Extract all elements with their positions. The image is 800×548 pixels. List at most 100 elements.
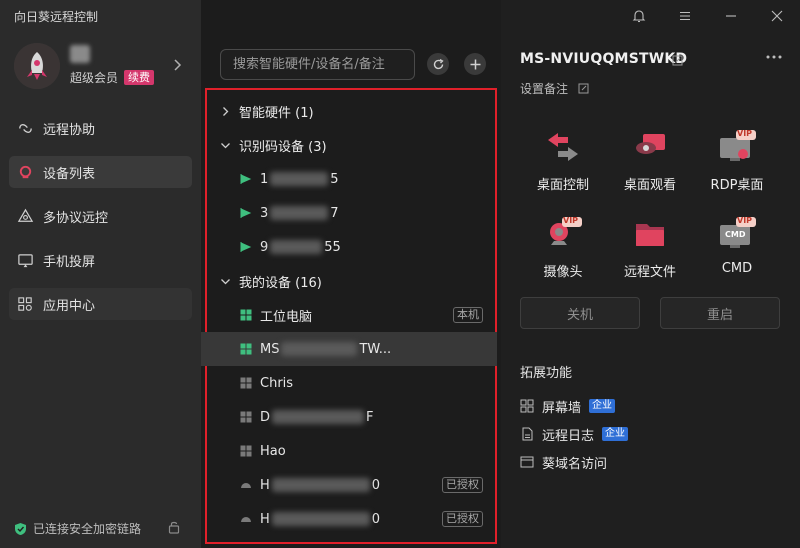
device-name: H0 [260, 477, 381, 493]
user-name-redacted [70, 45, 90, 63]
remote-log-item[interactable]: 远程日志 企业 [520, 425, 629, 444]
sidebar: 向日葵远程控制 超级会员 续费 远程协助 设备列表 多协议远控 手机投屏 应用中… [0, 0, 201, 548]
device-title: MS-NVIUQQMSTWKD [520, 51, 688, 67]
vip-badge: VIP [737, 216, 753, 225]
device-row[interactable]: 15 [201, 162, 497, 196]
chevron-down-icon [221, 142, 230, 148]
windows-online-icon [239, 343, 252, 356]
feature-label: 桌面控制 [536, 178, 589, 193]
authorized-tag: 已授权 [442, 511, 483, 527]
nav-app-center[interactable]: 应用中心 [9, 288, 192, 320]
edit-name-icon[interactable] [672, 55, 683, 66]
device-detail-panel: MS-NVIUQQMSTWKD 设置备注 桌面控制 桌面观看 VIP RDP桌面… [501, 0, 800, 548]
id-code-device-icon [239, 207, 252, 220]
ext-label: 葵域名访问 [542, 456, 608, 472]
close-icon [771, 10, 783, 22]
cmd-button[interactable]: CMD VIP CMD [699, 215, 775, 287]
close-button[interactable] [769, 8, 785, 24]
refresh-icon [433, 58, 444, 69]
chevron-right-icon[interactable] [172, 58, 182, 72]
group-smart-hardware[interactable]: 智能硬件 (1) [221, 100, 314, 122]
renew-badge[interactable]: 续费 [124, 70, 155, 85]
ext-label: 远程日志 [542, 428, 595, 444]
refresh-button[interactable] [427, 53, 449, 75]
device-name: Chris [260, 375, 294, 391]
desktop-view-button[interactable]: 桌面观看 [612, 128, 688, 200]
group-label: 识别码设备 (3) [239, 139, 327, 155]
device-name: 9 55 [260, 239, 341, 255]
feature-label: 桌面观看 [623, 178, 676, 193]
more-options-icon[interactable] [765, 52, 783, 62]
device-name: H0 [260, 511, 381, 527]
cmd-screen-text: CMD [725, 230, 746, 239]
device-row[interactable]: H0 已授权 [201, 468, 497, 502]
windows-online-icon [239, 309, 252, 322]
rocket-avatar-icon [14, 43, 60, 89]
nav-screen-cast[interactable]: 手机投屏 [9, 244, 192, 276]
feature-label: 远程文件 [623, 265, 676, 280]
feature-label: RDP桌面 [710, 178, 764, 193]
chevron-down-icon [221, 278, 230, 284]
desktop-view-icon [629, 128, 671, 168]
device-row[interactable]: 9 55 [201, 230, 497, 264]
device-row[interactable]: Chris [201, 366, 497, 400]
authorized-tag: 已授权 [442, 477, 483, 493]
minimize-icon [726, 15, 736, 17]
grid-icon [520, 399, 534, 413]
device-name: 工位电脑 [260, 309, 313, 325]
device-name: 37 [260, 205, 339, 221]
plus-icon [470, 59, 480, 69]
vip-badge: VIP [563, 216, 579, 225]
menu-button[interactable] [677, 8, 693, 24]
add-device-button[interactable] [464, 53, 486, 75]
rdp-desktop-button[interactable]: VIP RDP桌面 [699, 128, 775, 200]
edit-remark-icon[interactable] [578, 83, 589, 94]
id-code-device-icon [239, 241, 252, 254]
cmd-icon: CMD VIP [716, 215, 758, 255]
nav-remote-assist[interactable]: 远程协助 [9, 112, 192, 144]
nav-device-list[interactable]: 设备列表 [9, 156, 192, 188]
nav-label: 设备列表 [43, 166, 96, 182]
app-title: 向日葵远程控制 [14, 10, 99, 24]
lock-icon[interactable] [168, 520, 180, 534]
restart-button[interactable]: 重启 [660, 297, 780, 329]
nav-multi-protocol[interactable]: 多协议远控 [9, 200, 192, 232]
notification-bell-button[interactable] [631, 8, 647, 24]
membership-row: 超级会员 续费 [70, 69, 155, 86]
device-row-selected[interactable]: MS TW... [201, 332, 497, 366]
device-row[interactable]: 37 [201, 196, 497, 230]
group-my-devices[interactable]: 我的设备 (16) [221, 270, 322, 292]
domain-access-item[interactable]: 葵域名访问 [520, 453, 608, 472]
minimize-button[interactable] [723, 8, 739, 24]
extension-section-title: 拓展功能 [520, 366, 573, 381]
device-row[interactable]: Hao [201, 434, 497, 468]
secure-link-status: 已连接安全加密链路 [14, 520, 141, 537]
shutdown-button[interactable]: 关机 [520, 297, 640, 329]
device-row[interactable]: H0 已授权 [201, 502, 497, 536]
screen-wall-item[interactable]: 屏幕墙 企业 [520, 397, 616, 416]
desktop-control-button[interactable]: 桌面控制 [525, 128, 601, 200]
device-list-icon [16, 163, 34, 181]
remote-file-button[interactable]: 远程文件 [612, 215, 688, 287]
local-machine-tag: 本机 [453, 307, 483, 323]
nav-label: 手机投屏 [43, 254, 96, 270]
rdp-desktop-icon: VIP [716, 128, 758, 168]
shield-check-icon [15, 522, 26, 535]
device-list-panel: 智能硬件 (1) 识别码设备 (3) 15 37 955 我的设备 (16) 工… [201, 0, 501, 548]
search-input[interactable] [220, 49, 415, 80]
device-name: DF [260, 409, 374, 425]
device-name: 15 [260, 171, 339, 187]
device-row[interactable]: DF [201, 400, 497, 434]
set-remark-link[interactable]: 设置备注 [520, 80, 568, 97]
enterprise-badge: 企业 [602, 427, 629, 441]
screen-cast-icon [16, 251, 34, 269]
camera-button[interactable]: VIP 摄像头 [525, 215, 601, 287]
nav-label: 远程协助 [43, 122, 96, 138]
feature-label: CMD [721, 261, 753, 276]
android-offline-icon [239, 479, 252, 492]
avatar[interactable] [14, 43, 60, 89]
windows-offline-icon [239, 411, 252, 424]
device-row[interactable]: 工位电脑 本机 [201, 298, 497, 332]
browser-window-icon [520, 456, 534, 468]
group-id-code-devices[interactable]: 识别码设备 (3) [221, 134, 327, 156]
